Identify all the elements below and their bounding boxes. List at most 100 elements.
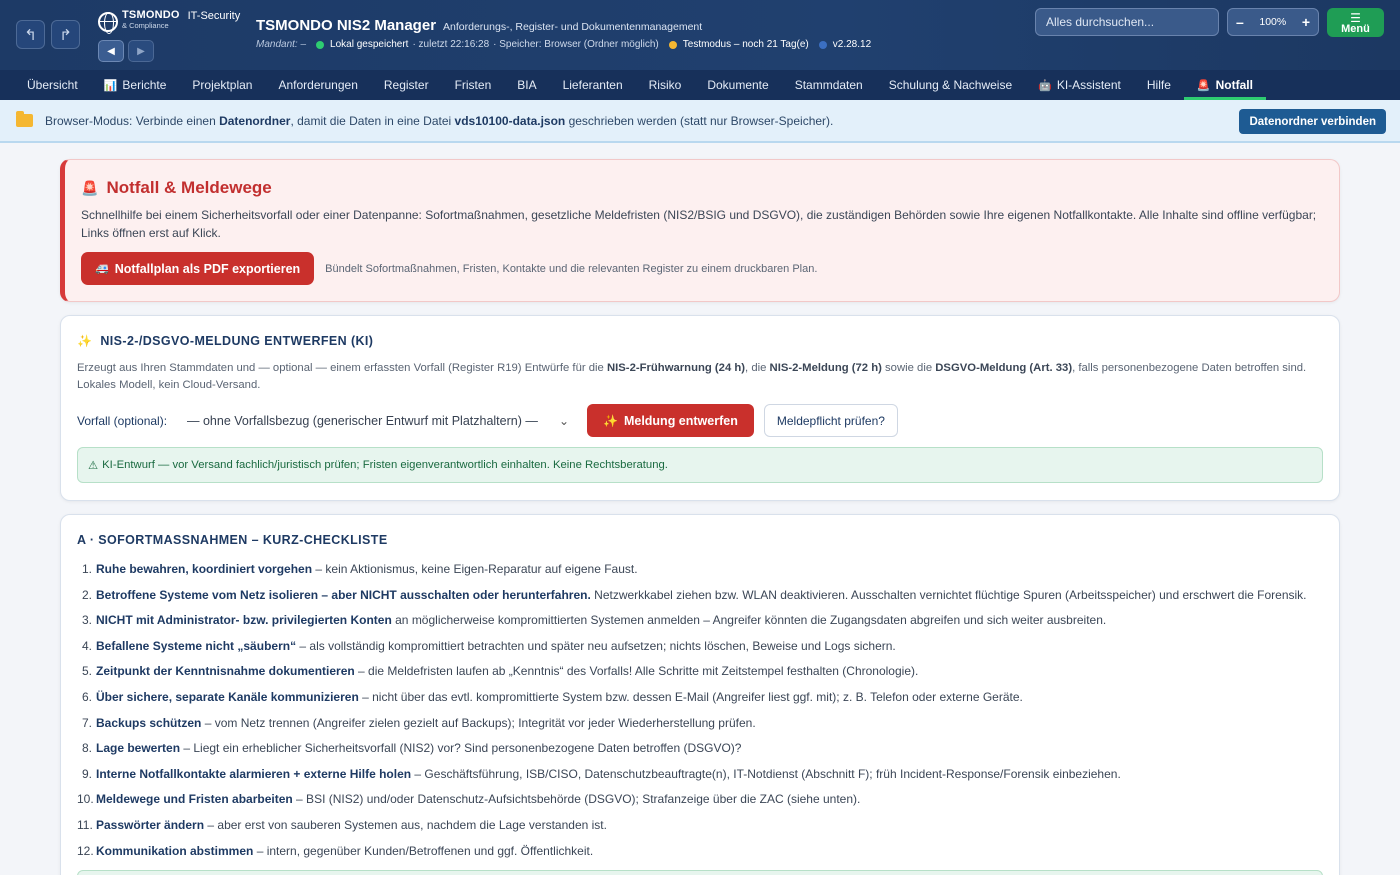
banner-text: Browser-Modus: Verbinde einen Datenordne… <box>45 114 833 128</box>
app-subtitle: Anforderungs-, Register- und Dokumentenm… <box>443 21 703 33</box>
app-title: TSMONDO NIS2 Manager <box>256 17 437 34</box>
tab-notfall[interactable]: 🚨 Notfall <box>1183 70 1266 100</box>
tab-label: Notfall <box>1215 78 1253 92</box>
saved-status-dot-icon <box>316 40 325 49</box>
list-item: 3. NICHT mit Administrator- bzw. privileg… <box>77 608 1323 634</box>
item-number: 6. <box>81 689 92 704</box>
item-text: – BSI (NIS2) und/oder Datenschutz-Aufsic… <box>292 792 861 807</box>
tab-berichte[interactable]: 📊 Berichte <box>91 70 180 100</box>
item-number: 12. <box>77 843 94 858</box>
tab-fristen[interactable]: Fristen <box>442 70 505 100</box>
ki-desc-bold: NIS-2-Meldung (72 h) <box>769 362 882 374</box>
ki-desc-part: , die <box>745 362 770 374</box>
tab-anforderungen[interactable]: Anforderungen <box>265 70 370 100</box>
banner-text-part: Browser-Modus: Verbinde einen <box>45 113 220 128</box>
folder-icon <box>16 111 33 127</box>
ki-disclaimer-text: KI-Entwurf — vor Versand fachlich/jurist… <box>102 459 668 471</box>
item-bold: Kommunikation abstimmen <box>96 843 254 858</box>
checklist-card: A · SOFORTMASSNAHMEN – KURZ-CHECKLISTE 1… <box>60 514 1340 875</box>
test-mode-dot-icon <box>668 40 677 49</box>
tab-label: Übersicht <box>27 78 78 92</box>
status-bar: Mandant: – Lokal gespeichert · zuletzt 2… <box>256 39 871 50</box>
tab-label: Register <box>383 78 429 92</box>
tab-label: BIA <box>517 78 537 92</box>
undo-icon: ↰ <box>24 26 37 44</box>
list-item: 4. Befallene Systeme nicht „säubern“ – al… <box>77 634 1323 660</box>
ki-desc-part: Erzeugt aus Ihren Stammdaten und — optio… <box>77 362 607 374</box>
ki-desc-bold: NIS-2-Frühwarnung (24 h) <box>606 362 746 374</box>
storage-status: · Speicher: Browser (Ordner möglich) <box>493 39 659 50</box>
logo-it-security: IT-Security <box>187 10 241 22</box>
nav-forward-button[interactable]: ▶ <box>128 40 154 62</box>
incident-select[interactable]: — ohne Vorfallsbezug (generischer Entwur… <box>187 405 577 437</box>
item-bold: Betroffene Systeme vom Netz isolieren – … <box>96 587 591 602</box>
tab-lieferanten[interactable]: Lieferanten <box>550 70 636 100</box>
list-item: 10. Meldewege und Fristen abarbeiten – BS… <box>77 787 1323 813</box>
item-number: 11. <box>77 817 93 832</box>
tab-label: Stammdaten <box>794 78 863 92</box>
checklist-title: A · SOFORTMASSNAHMEN – KURZ-CHECKLISTE <box>77 533 388 547</box>
item-text: – die Meldefristen laufen ab „Kenntnis“ … <box>354 664 919 679</box>
tab-bia[interactable]: BIA <box>504 70 549 100</box>
tab-stammdaten[interactable]: Stammdaten <box>782 70 876 100</box>
logo: TSMONDO & Compliance IT-Security <box>98 10 241 34</box>
list-item: 6. Über sichere, separate Kanäle kommuniz… <box>77 685 1323 711</box>
tab-label: Lieferanten <box>562 78 623 92</box>
emergency-card: 🚨 Notfall & Meldewege Schnellhilfe bei e… <box>60 159 1340 302</box>
zoom-control: – 100% + <box>1227 8 1319 36</box>
check-obligation-button[interactable]: Meldepflicht prüfen? <box>763 404 898 437</box>
tab-risiko[interactable]: Risiko <box>636 70 695 100</box>
item-bold: Lage bewerten <box>96 741 181 756</box>
version-dot-icon <box>818 40 827 49</box>
item-bold: NICHT mit Administrator- bzw. privilegie… <box>96 613 392 628</box>
banner-text-part: , damit die Daten in eine Datei <box>290 113 455 128</box>
main-tabs: Übersicht 📊 Berichte Projektplan Anforder… <box>0 70 1400 100</box>
nav-back-button[interactable]: ◀ <box>98 40 124 62</box>
ki-description: Erzeugt aus Ihren Stammdaten und — optio… <box>77 360 1323 394</box>
tab-hilfe[interactable]: Hilfe <box>1134 70 1184 100</box>
item-text: – intern, gegenüber Kunden/Betroffenen u… <box>253 843 594 858</box>
tab-ki-assistent[interactable]: 🤖 KI-Assistent <box>1025 70 1134 100</box>
zoom-out-button[interactable]: – <box>1236 14 1244 30</box>
test-mode-status: Testmodus – noch 21 Tag(e) <box>682 39 809 50</box>
undo-button[interactable]: ↰ <box>16 20 45 49</box>
tab-dokumente[interactable]: Dokumente <box>694 70 781 100</box>
list-item: 7. Backups schützen – vom Netz trennen (A… <box>77 711 1323 737</box>
list-item: 9. Interne Notfallkontakte alarmieren + e… <box>77 762 1323 788</box>
item-text: – nicht über das evtl. kompromittierte S… <box>358 689 1023 704</box>
item-number: 9. <box>81 766 92 781</box>
item-number: 10. <box>77 792 94 807</box>
draft-report-button[interactable]: ✨ Meldung entwerfen <box>587 404 754 437</box>
item-number: 5. <box>81 664 92 679</box>
redo-button[interactable]: ↱ <box>51 20 80 49</box>
tab-label: Berichte <box>122 78 167 92</box>
menu-label: Menü <box>1341 23 1370 35</box>
warning-icon: ⚠ <box>88 459 99 472</box>
tab-label: Schulung & Nachweise <box>888 78 1013 92</box>
search-input[interactable] <box>1035 8 1219 36</box>
banner-text-part: geschrieben werden (statt nur Browser-Sp… <box>565 113 834 128</box>
emergency-title: Notfall & Meldewege <box>106 178 272 197</box>
arrow-right-icon: ▶ <box>137 45 145 57</box>
export-pdf-button[interactable]: 🚑 Notfallplan als PDF exportieren <box>81 252 315 285</box>
item-text: – als vollständig kompromittiert betrach… <box>296 638 896 653</box>
tab-label: Risiko <box>648 78 682 92</box>
tab-uebersicht[interactable]: Übersicht <box>14 70 91 100</box>
item-number: 4. <box>81 638 92 653</box>
tab-schulung[interactable]: Schulung & Nachweise <box>876 70 1025 100</box>
app-header: ↰ ↱ TSMONDO & Compliance IT-Security ◀ ▶… <box>0 0 1400 70</box>
ki-report-card: ✨ NIS-2-/DSGVO-MELDUNG ENTWERFEN (KI) Er… <box>60 315 1340 501</box>
tab-register[interactable]: Register <box>371 70 442 100</box>
tab-projektplan[interactable]: Projektplan <box>179 70 265 100</box>
menu-button[interactable]: ☰ Menü <box>1327 8 1384 37</box>
list-item: 8. Lage bewerten – Liegt ein erheblicher … <box>77 736 1323 762</box>
zoom-in-button[interactable]: + <box>1302 14 1310 30</box>
connect-folder-button[interactable]: Datenordner verbinden <box>1239 109 1386 134</box>
incident-select-value: — ohne Vorfallsbezug (generischer Entwur… <box>187 413 538 428</box>
item-bold: Interne Notfallkontakte alarmieren + ext… <box>96 766 412 781</box>
list-item: 2. Betroffene Systeme vom Netz isolieren … <box>77 583 1323 609</box>
sparkles-icon: ✨ <box>77 334 93 348</box>
ambulance-icon: 🚑 <box>95 263 109 275</box>
tab-label: Anforderungen <box>278 78 358 92</box>
emergency-description: Schnellhilfe bei einem Sicherheitsvorfal… <box>81 208 1317 240</box>
